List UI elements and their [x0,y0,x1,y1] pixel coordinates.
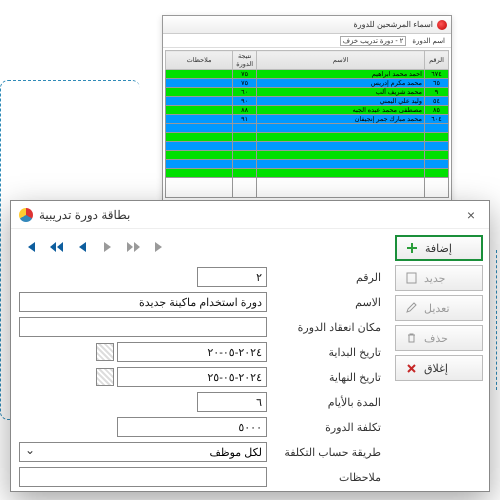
cost-method-label: طريقة حساب التكلفة [273,446,381,459]
new-button[interactable]: جديد [395,265,483,291]
table-row[interactable] [166,142,449,151]
start-date-label: تاريخ البداية [273,346,381,359]
pencil-icon [404,301,418,315]
file-icon [404,271,418,285]
new-label: جديد [424,272,445,285]
delete-button[interactable]: حذف [395,325,483,351]
x-icon [404,361,418,375]
next-fast-icon[interactable] [123,237,145,257]
cost-method-select[interactable] [19,442,267,462]
training-card-dialog: بطاقة دورة تدريبية × إضافة جديد تعديل حذ… [10,200,490,492]
filter-label: اسم الدورة [412,37,445,45]
bgwin-title: اسماء المرشحين للدورة [354,20,433,29]
table-row[interactable]: ٨٥مصطفى محمد عبده الجبه٨٨ [166,106,449,115]
end-date-label: تاريخ النهاية [273,371,381,384]
cost-field[interactable] [117,417,267,437]
table-row[interactable] [166,178,449,198]
col-notes: ملاحظات [166,51,233,70]
notes-label: ملاحظات [273,471,381,484]
duration-label: المدة بالأيام [273,396,381,409]
prev-icon[interactable] [71,237,93,257]
start-date-field[interactable] [117,342,267,362]
name-label: الاسم [273,296,381,309]
course-combo[interactable]: ٢ - دورة تدريب خزف [340,36,407,46]
edit-label: تعديل [424,302,450,315]
table-row[interactable] [166,160,449,169]
table-row[interactable] [166,151,449,160]
col-name: الاسم [257,51,425,70]
table-row[interactable] [166,124,449,133]
duration-field[interactable] [197,392,267,412]
table-row[interactable]: ٦٠٤محمد مبارك جمر إنجيفان٩١ [166,115,449,124]
add-button[interactable]: إضافة [395,235,483,261]
location-label: مكان انعقاد الدورة [273,321,381,334]
table-row[interactable]: ٦٥محمد مكرم إدريس٧٥ [166,79,449,88]
id-label: الرقم [273,271,381,284]
app-icon [437,20,447,30]
close-label: إغلاق [424,362,448,375]
calendar-icon[interactable] [96,343,114,361]
table-row[interactable]: ٥٤وليد علي اليمني٩٠ [166,97,449,106]
name-field[interactable] [19,292,267,312]
plus-icon [405,241,419,255]
table-row[interactable]: ٩محمد شريف ألب٦٠ [166,88,449,97]
cost-label: تكلفة الدورة [273,421,381,434]
calendar-icon[interactable] [96,368,114,386]
close-button[interactable]: إغلاق [395,355,483,381]
trash-icon [404,331,418,345]
last-icon[interactable] [149,237,171,257]
table-row[interactable] [166,169,449,178]
dialog-icon [19,208,33,222]
col-num: الرقم [425,51,449,70]
action-sidebar: إضافة جديد تعديل حذف إغلاق [389,229,489,491]
add-label: إضافة [425,242,452,255]
location-field[interactable] [19,317,267,337]
table-row[interactable]: ٦٧٤احمد محمد ابراهيم٧٥ [166,70,449,79]
end-date-field[interactable] [117,367,267,387]
trainees-table: الرقم الاسم نتيجة الدورة ملاحظات ٦٧٤احمد… [165,50,449,198]
record-navigator [19,233,381,267]
prev-fast-icon[interactable] [45,237,67,257]
table-row[interactable] [166,133,449,142]
id-field[interactable] [197,267,267,287]
next-icon[interactable] [97,237,119,257]
dialog-title: بطاقة دورة تدريبية [39,208,130,222]
delete-label: حذف [424,332,448,345]
notes-field[interactable] [19,467,267,487]
col-result: نتيجة الدورة [233,51,257,70]
close-icon[interactable]: × [461,205,481,225]
first-icon[interactable] [19,237,41,257]
edit-button[interactable]: تعديل [395,295,483,321]
